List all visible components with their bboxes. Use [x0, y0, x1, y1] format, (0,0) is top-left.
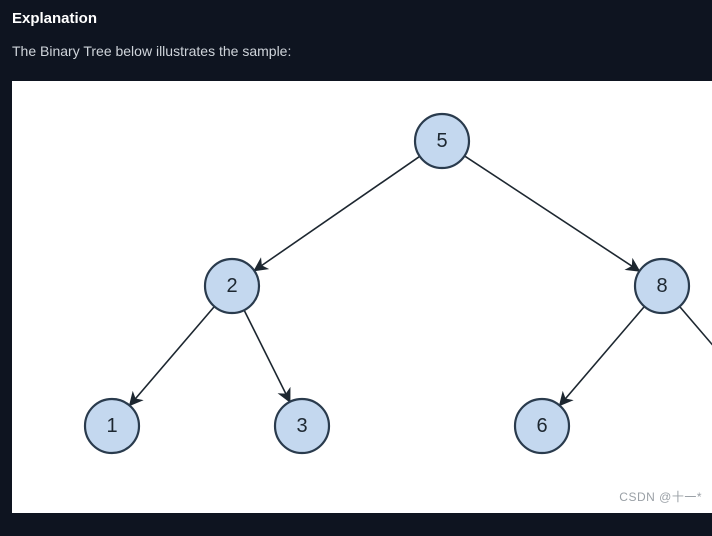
node-label: 8 [656, 275, 667, 297]
tree-node: 3 [275, 399, 329, 453]
node-label: 5 [436, 130, 447, 152]
node-label: 3 [296, 415, 307, 437]
tree-edge [465, 156, 638, 270]
section-heading: Explanation [12, 10, 700, 27]
tree-svg: 5 2 8 1 3 6 [12, 81, 712, 513]
tree-node: 2 [205, 259, 259, 313]
tree-node: 8 [635, 259, 689, 313]
nodes-layer: 5 2 8 1 3 6 [85, 114, 689, 453]
explanation-section: Explanation The Binary Tree below illust… [0, 0, 712, 513]
tree-node: 1 [85, 399, 139, 453]
tree-edge [680, 307, 712, 427]
node-label: 2 [226, 275, 237, 297]
section-subtext: The Binary Tree below illustrates the sa… [12, 43, 700, 59]
tree-edge [561, 307, 645, 405]
tree-node: 5 [415, 114, 469, 168]
watermark-text: CSDN @十一* [619, 488, 702, 505]
tree-node: 6 [515, 399, 569, 453]
node-label: 6 [536, 415, 547, 437]
binary-tree-diagram: 5 2 8 1 3 6 CSDN @十一* [12, 81, 712, 513]
tree-edge [131, 307, 215, 405]
node-label: 1 [106, 415, 117, 437]
tree-edge [256, 156, 420, 269]
tree-edge [244, 310, 289, 400]
